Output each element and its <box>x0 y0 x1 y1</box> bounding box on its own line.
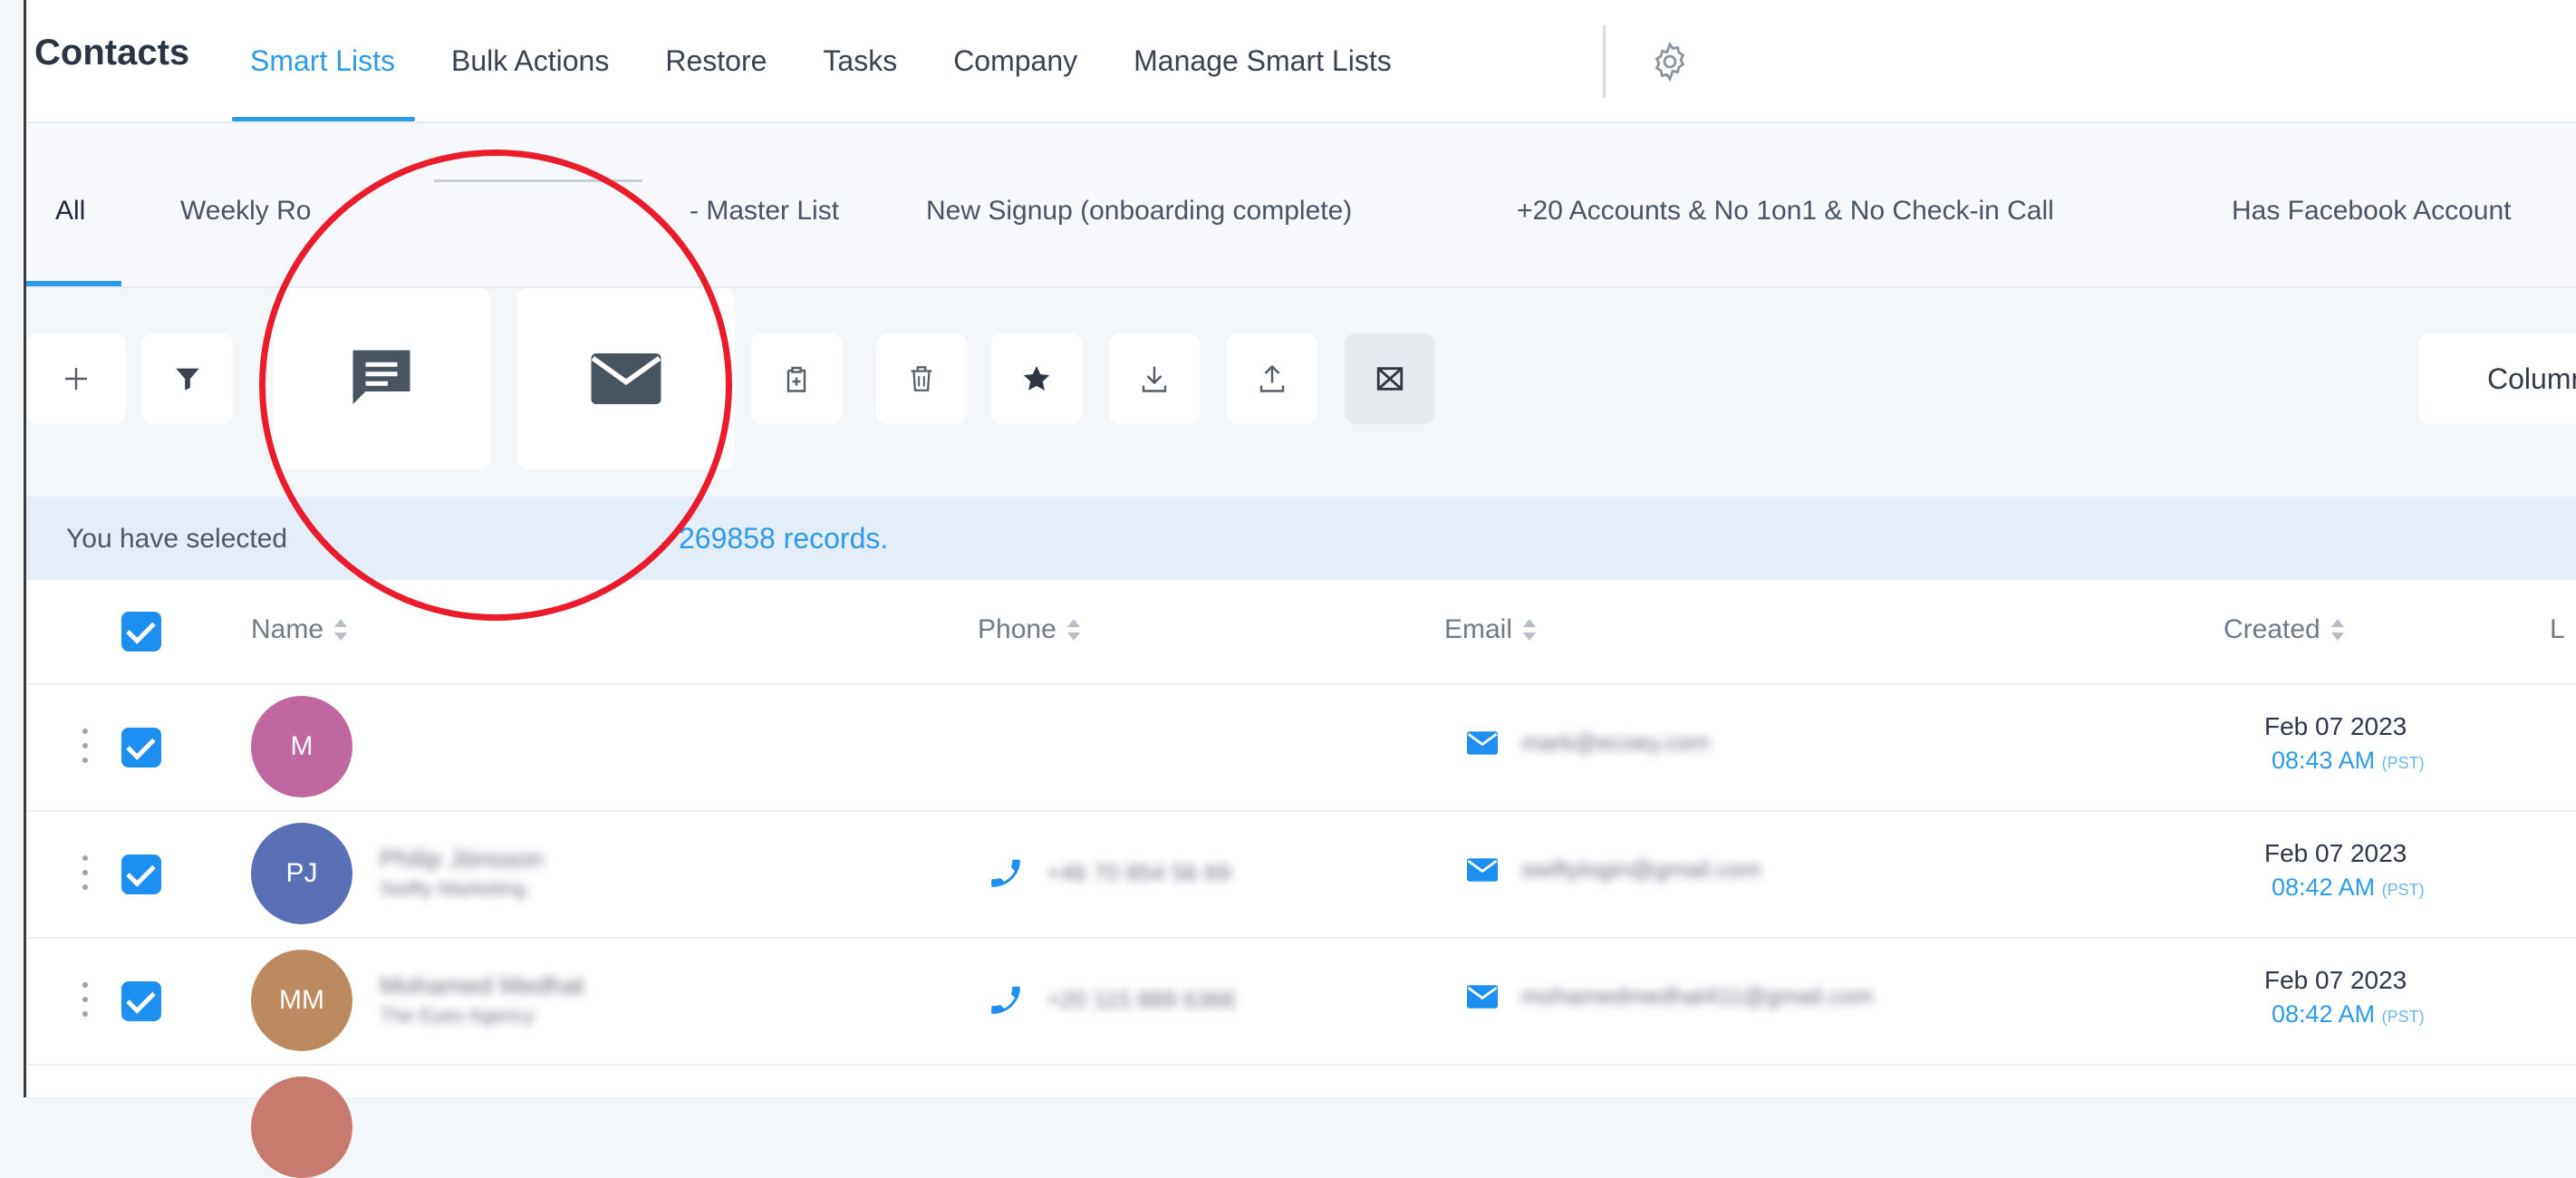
contact-name[interactable]: Mohamed Medhat <box>380 971 584 1000</box>
email-value: swiftylogin@gmail.com <box>1521 855 1761 883</box>
plus-icon <box>65 368 87 390</box>
delete-button[interactable] <box>876 333 967 424</box>
avatar <box>251 1077 352 1178</box>
filter-icon <box>176 368 199 391</box>
columns-button[interactable]: Column <box>2418 333 2576 424</box>
add-contact-button[interactable] <box>26 333 126 424</box>
email-cell[interactable]: mark@ecoey.com <box>1467 729 1710 757</box>
row-menu-icon[interactable] <box>82 982 90 1024</box>
merge-icon <box>1376 367 1404 391</box>
email-cell[interactable]: mohamedmedhat411@gmail.com <box>1467 982 1874 1010</box>
tab-company[interactable]: Company <box>953 0 1077 121</box>
row-checkbox[interactable] <box>121 855 161 894</box>
send-sms-button[interactable] <box>273 288 490 469</box>
favorite-button[interactable] <box>991 333 1082 424</box>
action-toolbar: Column <box>26 288 2576 486</box>
smart-list-master[interactable]: - Master List <box>690 196 839 227</box>
column-header-created[interactable]: Created <box>2224 614 2344 645</box>
created-cell: Feb 07 2023 08:42 AM (PST) <box>2264 839 2425 902</box>
table-header: Name Phone Email Created L <box>26 580 2576 685</box>
contact-company: The Eyes Agency <box>380 1004 535 1027</box>
email-cell[interactable]: swiftylogin@gmail.com <box>1467 855 1761 884</box>
created-cell: Feb 07 2023 08:43 AM (PST) <box>2264 712 2425 775</box>
export-button[interactable] <box>1227 333 1317 424</box>
email-value: mark@ecoey.com <box>1521 729 1710 756</box>
contact-company: Swifty Marketing <box>380 877 526 900</box>
email-icon <box>591 353 661 404</box>
nav-divider <box>1603 25 1606 98</box>
smart-list-tabs: All Weekly Ro - Master List New Signup (… <box>26 123 2576 288</box>
download-icon <box>1142 366 1167 392</box>
tab-restore[interactable]: Restore <box>665 0 767 121</box>
column-header-name[interactable]: Name <box>251 614 348 645</box>
table-row[interactable] <box>26 1066 2576 1178</box>
mail-icon <box>1467 857 1498 882</box>
table-row[interactable]: PJ Philip Jönsson Swifty Marketing +46 7… <box>26 812 2576 939</box>
phone-icon <box>991 986 1020 1014</box>
selection-banner: You have selected 269858 records. <box>26 497 2576 580</box>
table-row[interactable]: M mark@ecoey.com Feb 07 2023 08:43 AM (P… <box>26 685 2576 812</box>
smart-list-weekly[interactable]: Weekly Ro <box>180 196 312 227</box>
smart-list-all[interactable]: All <box>55 196 85 227</box>
sort-icon <box>334 619 348 641</box>
trash-icon <box>911 366 932 391</box>
avatar: M <box>251 696 352 797</box>
tab-smart-lists[interactable]: Smart Lists <box>231 0 416 121</box>
active-tab-underline <box>26 281 121 286</box>
select-all-records-link[interactable]: 269858 records. <box>679 522 888 555</box>
row-menu-icon[interactable] <box>82 855 90 897</box>
created-time: 08:42 AM (PST) <box>2272 874 2425 901</box>
phone-icon <box>991 859 1020 887</box>
tab-manage-smart-lists[interactable]: Manage Smart Lists <box>1134 0 1392 121</box>
row-menu-icon[interactable] <box>82 729 90 770</box>
table-row[interactable]: MM Mohamed Medhat The Eyes Agency +20 11… <box>26 939 2576 1066</box>
mail-icon <box>1467 730 1498 755</box>
created-date: Feb 07 2023 <box>2264 966 2407 994</box>
merge-button[interactable] <box>1345 333 1435 424</box>
tab-bulk-actions[interactable]: Bulk Actions <box>451 0 609 121</box>
column-header-truncated[interactable]: L <box>2550 614 2565 645</box>
sort-icon <box>1523 619 1537 641</box>
header-tabs: Smart Lists Bulk Actions Restore Tasks C… <box>231 0 1448 121</box>
clipboard-icon <box>786 366 806 392</box>
message-icon <box>352 350 410 404</box>
row-checkbox[interactable] <box>121 728 161 768</box>
column-header-phone[interactable]: Phone <box>978 614 1080 645</box>
email-value: mohamedmedhat411@gmail.com <box>1521 982 1874 1009</box>
sort-icon <box>2330 619 2344 641</box>
phone-value: +46 70 854 56 69 <box>1047 858 1231 886</box>
mail-icon <box>1467 984 1498 1009</box>
smart-list-facebook[interactable]: Has Facebook Account <box>2232 196 2512 227</box>
filter-button[interactable] <box>142 333 233 424</box>
row-checkbox[interactable] <box>121 981 161 1021</box>
import-button[interactable] <box>1109 333 1200 424</box>
tab-tasks[interactable]: Tasks <box>823 0 897 121</box>
star-icon <box>1023 365 1050 391</box>
contact-name[interactable]: Philip Jönsson <box>380 845 544 874</box>
rename-input-line <box>434 179 642 182</box>
smart-list-20-accounts[interactable]: +20 Accounts & No 1on1 & No Check-in Cal… <box>1517 196 2054 227</box>
page-title: Contacts <box>34 33 190 72</box>
created-date: Feb 07 2023 <box>2264 839 2407 867</box>
created-time: 08:42 AM (PST) <box>2272 1000 2425 1028</box>
gear-icon[interactable] <box>1648 40 1692 83</box>
upload-icon <box>1259 364 1285 392</box>
avatar: MM <box>251 950 352 1051</box>
add-to-campaign-button[interactable] <box>751 333 842 424</box>
created-cell: Feb 07 2023 08:42 AM (PST) <box>2264 966 2425 1028</box>
created-time: 08:43 AM (PST) <box>2272 747 2425 774</box>
sort-icon <box>1066 619 1080 641</box>
created-date: Feb 07 2023 <box>2264 712 2407 740</box>
column-header-email[interactable]: Email <box>1444 614 1537 645</box>
phone-cell[interactable]: +46 70 854 56 69 <box>989 855 1230 890</box>
select-all-checkbox[interactable] <box>121 612 161 652</box>
avatar: PJ <box>251 823 352 924</box>
phone-cell[interactable]: +20 115 889 6366 <box>989 982 1235 1017</box>
smart-list-new-signup[interactable]: New Signup (onboarding complete) <box>926 196 1352 227</box>
selection-text: You have selected <box>66 524 288 554</box>
phone-value: +20 115 889 6366 <box>1047 985 1236 1013</box>
top-navigation: Contacts Smart Lists Bulk Actions Restor… <box>26 0 2576 123</box>
send-email-button[interactable] <box>517 288 735 469</box>
